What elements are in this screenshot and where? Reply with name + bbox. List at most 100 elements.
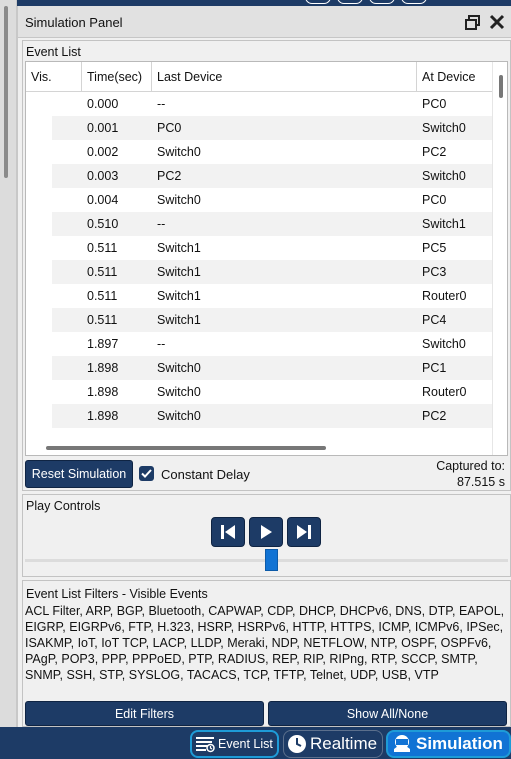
- event-at-device-cell: PC0: [422, 97, 447, 111]
- event-last-device-cell: Switch1: [157, 241, 201, 255]
- event-time-cell: 0.000: [87, 97, 119, 111]
- event-vis-cell: [26, 284, 52, 308]
- event-at-device-cell: PC5: [422, 241, 447, 255]
- panel-header: Simulation Panel: [18, 6, 511, 38]
- event-row[interactable]: 0.003 PC2 Switch0: [26, 164, 492, 188]
- event-vis-cell: [26, 116, 52, 140]
- event-list-title: Event List: [26, 45, 81, 59]
- clock-icon: [288, 735, 306, 753]
- event-vis-cell: [26, 236, 52, 260]
- simulation-tab[interactable]: Simulation: [386, 730, 511, 758]
- event-last-device-cell: PC2: [157, 169, 182, 183]
- realtime-tab[interactable]: Realtime: [283, 730, 383, 758]
- toolbar-pill[interactable]: [401, 0, 427, 4]
- event-table[interactable]: Vis. Time(sec) Last Device At Device 0.0…: [25, 61, 508, 456]
- restore-window-icon[interactable]: [464, 14, 482, 32]
- column-header-vis[interactable]: Vis.: [26, 62, 82, 92]
- vertical-scroll-thumb[interactable]: [499, 75, 503, 98]
- constant-delay-checkbox[interactable]: [139, 466, 154, 481]
- captured-to-value: 87.515 s: [457, 475, 505, 489]
- event-list-tab[interactable]: Event List: [190, 730, 279, 758]
- event-time-cell: 0.511: [87, 313, 118, 327]
- column-header-last-device[interactable]: Last Device: [152, 62, 417, 92]
- event-time-cell: 1.898: [87, 385, 119, 399]
- event-row[interactable]: 0.000 -- PC0: [26, 92, 492, 116]
- constant-delay-label: Constant Delay: [161, 467, 250, 482]
- event-row[interactable]: 0.511 Switch1 Router0: [26, 284, 492, 308]
- event-at-device-cell: PC3: [422, 265, 447, 279]
- event-row[interactable]: 0.511 Switch1 PC5: [26, 236, 492, 260]
- event-vis-cell: [26, 188, 52, 212]
- event-row[interactable]: 1.898 Switch0 PC1: [26, 356, 492, 380]
- event-last-device-cell: Switch0: [157, 385, 201, 399]
- event-at-device-cell: PC2: [422, 145, 447, 159]
- event-time-cell: 0.510: [87, 217, 119, 231]
- toolbar-pill[interactable]: [369, 0, 395, 4]
- simulation-runner-icon: [394, 735, 410, 752]
- event-at-device-cell: Switch0: [422, 337, 466, 351]
- table-horizontal-scrollbar[interactable]: [26, 441, 492, 455]
- event-row[interactable]: 0.001 PC0 Switch0: [26, 116, 492, 140]
- event-time-cell: 0.004: [87, 193, 119, 207]
- show-all-none-button[interactable]: Show All/None: [268, 701, 507, 726]
- event-row[interactable]: 0.511 Switch1 PC3: [26, 260, 492, 284]
- horizontal-scroll-thumb[interactable]: [46, 446, 326, 450]
- toolbar-pill[interactable]: [337, 0, 363, 4]
- event-last-device-cell: PC0: [157, 121, 182, 135]
- event-last-device-cell: --: [157, 97, 166, 111]
- column-header-time[interactable]: Time(sec): [82, 62, 152, 92]
- event-row[interactable]: 0.511 Switch1 PC4: [26, 308, 492, 332]
- panel-title: Simulation Panel: [25, 15, 123, 30]
- event-last-device-cell: Switch0: [157, 361, 201, 375]
- event-at-device-cell: Router0: [422, 289, 467, 303]
- reset-simulation-button[interactable]: Reset Simulation: [25, 460, 133, 488]
- event-time-cell: 1.898: [87, 361, 119, 375]
- column-header-at-device[interactable]: At Device: [417, 62, 492, 92]
- edit-filters-button[interactable]: Edit Filters: [25, 701, 264, 726]
- toolbar-pill[interactable]: [305, 0, 331, 4]
- event-vis-cell: [26, 332, 52, 356]
- event-time-cell: 0.002: [87, 145, 119, 159]
- event-vis-cell: [26, 308, 52, 332]
- event-vis-cell: [26, 212, 52, 236]
- event-filters-title: Event List Filters - Visible Events: [26, 587, 208, 601]
- event-time-cell: 0.001: [87, 121, 119, 135]
- simulation-tab-label: Simulation: [416, 734, 503, 753]
- play-speed-slider-handle[interactable]: [265, 549, 278, 571]
- event-row[interactable]: 0.002 Switch0 PC2: [26, 140, 492, 164]
- event-time-cell: 0.511: [87, 289, 118, 303]
- event-vis-cell: [26, 404, 52, 428]
- event-last-device-cell: --: [157, 337, 166, 351]
- play-controls-section: Play Controls: [22, 494, 511, 577]
- event-vis-cell: [26, 356, 52, 380]
- play-button[interactable]: [249, 517, 283, 547]
- event-row[interactable]: 1.898 Switch0 Router0: [26, 380, 492, 404]
- event-vis-cell: [26, 164, 52, 188]
- left-scrollbar-thumb[interactable]: [4, 6, 8, 178]
- event-list-section: Event List Vis. Time(sec) Last Device At…: [22, 40, 511, 491]
- event-row[interactable]: 1.898 Switch0 PC2: [26, 404, 492, 428]
- event-vis-cell: [26, 92, 52, 116]
- event-at-device-cell: Router0: [422, 385, 467, 399]
- event-vis-cell: [26, 380, 52, 404]
- visible-events-list: ACL Filter, ARP, BGP, Bluetooth, CAPWAP,…: [25, 604, 505, 682]
- step-forward-button[interactable]: [287, 517, 321, 547]
- left-scrollbar[interactable]: [0, 0, 17, 727]
- event-last-device-cell: Switch1: [157, 313, 201, 327]
- event-at-device-cell: PC1: [422, 361, 447, 375]
- event-filters-section: Event List Filters - Visible Events ACL …: [22, 580, 511, 727]
- event-row[interactable]: 0.510 -- Switch1: [26, 212, 492, 236]
- event-time-cell: 0.003: [87, 169, 119, 183]
- realtime-tab-label: Realtime: [310, 734, 378, 753]
- event-at-device-cell: PC0: [422, 193, 447, 207]
- event-last-device-cell: Switch0: [157, 193, 201, 207]
- table-vertical-scrollbar[interactable]: [492, 62, 507, 455]
- event-row[interactable]: 0.004 Switch0 PC0: [26, 188, 492, 212]
- event-at-device-cell: PC2: [422, 409, 447, 423]
- event-last-device-cell: Switch1: [157, 289, 201, 303]
- close-icon[interactable]: [488, 13, 506, 31]
- step-back-button[interactable]: [211, 517, 245, 547]
- event-row[interactable]: 1.897 -- Switch0: [26, 332, 492, 356]
- event-at-device-cell: Switch0: [422, 169, 466, 183]
- event-last-device-cell: --: [157, 217, 166, 231]
